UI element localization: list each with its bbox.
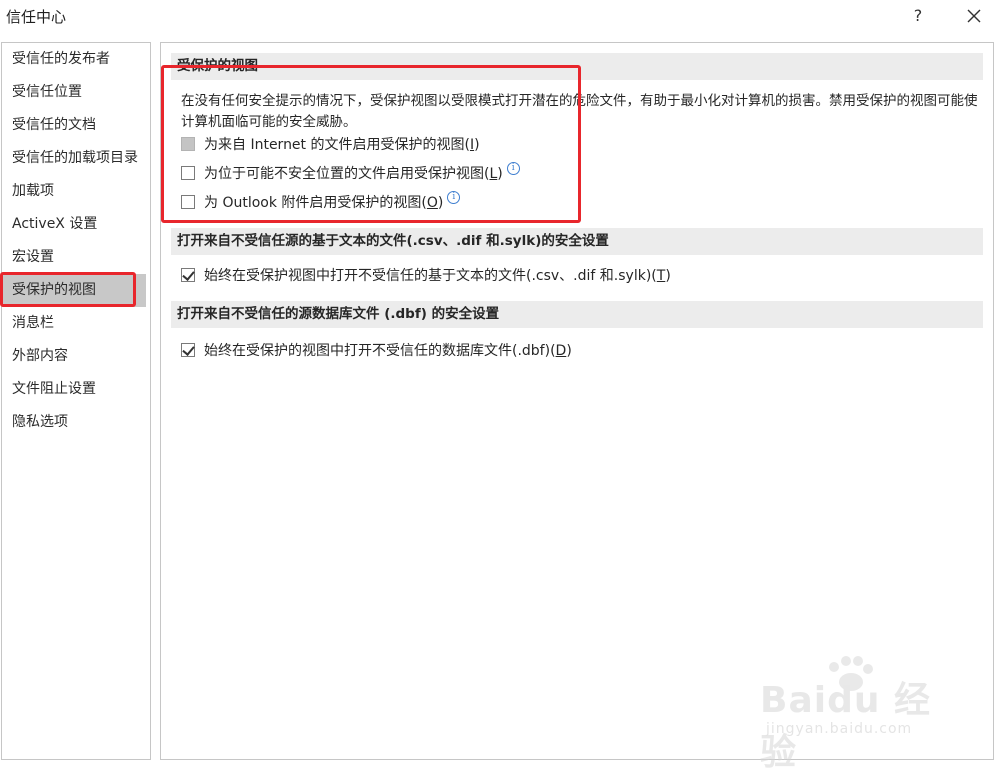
- protected-view-header: 受保护的视图: [171, 53, 983, 80]
- watermark-url: jingyan.baidu.com: [766, 721, 913, 737]
- info-icon[interactable]: i: [447, 190, 461, 204]
- sidebar-item-trusted-documents[interactable]: 受信任的文档: [2, 109, 150, 142]
- text-files-header: 打开来自不受信任源的基于文本的文件(.csv、.dif 和.sylk)的安全设置: [171, 228, 983, 255]
- window-title: 信任中心: [6, 8, 67, 26]
- sidebar-item-message-bar[interactable]: 消息栏: [2, 307, 150, 340]
- info-icon[interactable]: i: [506, 161, 520, 175]
- sidebar-item-trusted-locations[interactable]: 受信任位置: [2, 76, 150, 109]
- sidebar-item-trusted-publishers[interactable]: 受信任的发布者: [2, 43, 150, 76]
- text-files-checkbox[interactable]: [181, 268, 195, 282]
- sidebar-item-label: 受保护的视图: [12, 282, 96, 298]
- sidebar-item-activex[interactable]: ActiveX 设置: [2, 208, 150, 241]
- title-bar: 信任中心 ?: [0, 0, 1000, 34]
- option-internet-files[interactable]: 为来自 Internet 的文件启用受保护的视图(I): [181, 133, 480, 155]
- option-text-files[interactable]: 始终在受保护视图中打开不受信任的基于文本的文件(.csv、.dif 和.sylk…: [181, 264, 671, 286]
- sidebar-item-external-content[interactable]: 外部内容: [2, 340, 150, 373]
- dbf-files-checkbox[interactable]: [181, 343, 195, 357]
- sidebar-item-privacy[interactable]: 隐私选项: [2, 406, 150, 439]
- option-outlook-attachments[interactable]: 为 Outlook 附件启用受保护的视图(O) i: [181, 190, 461, 213]
- sidebar-item-trusted-addin-catalogs[interactable]: 受信任的加载项目录: [2, 142, 150, 175]
- sidebar-item-macro[interactable]: 宏设置: [2, 241, 150, 274]
- sidebar-nav: 受信任的发布者 受信任位置 受信任的文档 受信任的加载项目录 加载项 Activ…: [0, 42, 151, 760]
- sidebar-item-addins[interactable]: 加载项: [2, 175, 150, 208]
- help-button[interactable]: ?: [908, 4, 928, 28]
- option-unsafe-locations[interactable]: 为位于可能不安全位置的文件启用受保护视图(L) i: [181, 161, 520, 184]
- option-label: 为 Outlook 附件启用受保护的视图(O): [204, 195, 444, 211]
- option-label: 始终在受保护视图中打开不受信任的基于文本的文件(.csv、.dif 和.sylk…: [204, 268, 671, 284]
- option-label: 始终在受保护的视图中打开不受信任的数据库文件(.dbf)(D): [204, 343, 572, 359]
- baidu-watermark: Baidu 经验 jingyan.baidu.com: [760, 655, 960, 773]
- option-label: 为来自 Internet 的文件启用受保护的视图(I): [204, 137, 480, 153]
- unsafe-locations-checkbox[interactable]: [181, 166, 195, 180]
- sidebar-item-protected-view[interactable]: 受保护的视图: [0, 272, 146, 307]
- content-panel: 受保护的视图 在没有任何安全提示的情况下，受保护视图以受限模式打开潜在的危险文件…: [160, 42, 994, 760]
- internet-files-checkbox[interactable]: [181, 137, 195, 151]
- close-icon[interactable]: [962, 4, 986, 28]
- option-label: 为位于可能不安全位置的文件启用受保护视图(L): [204, 166, 503, 182]
- protected-view-description: 在没有任何安全提示的情况下，受保护视图以受限模式打开潜在的危险文件，有助于最小化…: [181, 93, 978, 130]
- option-dbf-files[interactable]: 始终在受保护的视图中打开不受信任的数据库文件(.dbf)(D): [181, 339, 572, 361]
- outlook-attachments-checkbox[interactable]: [181, 195, 195, 209]
- dbf-files-header: 打开来自不受信任的源数据库文件 (.dbf) 的安全设置: [171, 301, 983, 328]
- sidebar-item-file-block[interactable]: 文件阻止设置: [2, 373, 150, 406]
